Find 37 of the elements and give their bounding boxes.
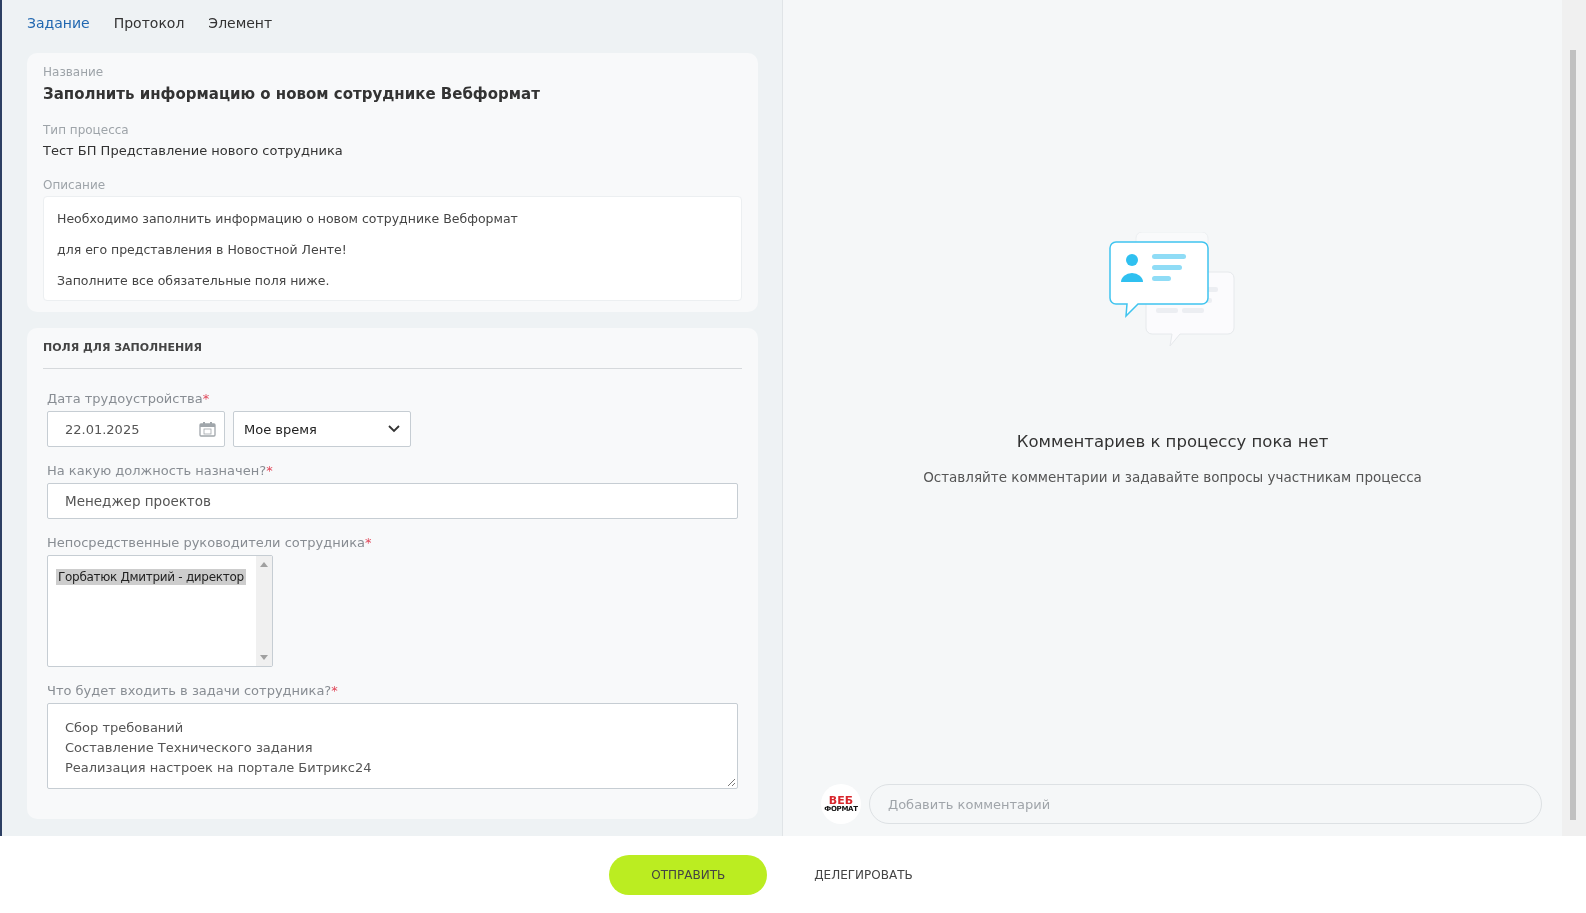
- date-field[interactable]: 22.01.2025: [47, 411, 225, 447]
- empty-state-title: Комментариев к процессу пока нет: [1016, 432, 1329, 451]
- textarea-line: Сбор требований: [65, 719, 185, 737]
- description-text: Заполните все обязательные поля ниже.: [57, 273, 331, 288]
- delegate-button[interactable]: ДЕЛЕГИРОВАТЬ: [814, 867, 913, 882]
- field-label: Дата трудоустройства*: [47, 391, 211, 406]
- send-button[interactable]: ОТПРАВИТЬ: [609, 854, 768, 895]
- scroll-up-icon[interactable]: [260, 562, 268, 567]
- section-title: ПОЛЯ ДЛЯ ЗАПОЛНЕНИЯ: [43, 341, 742, 369]
- chevron-down-icon: [388, 425, 400, 433]
- tasks-textarea[interactable]: Сбор требований Составление Технического задания Реализация настроек на портале Битрикс24: [47, 703, 738, 789]
- description-text: для его представления в Новостной Ленте!: [57, 242, 348, 257]
- textarea-line: Реализация настроек на портале Битрикс24: [65, 759, 373, 777]
- task-title: Заполнить информацию о новом сотруднике Вебформат: [43, 85, 541, 103]
- field-label: На какую должность назначен?*: [47, 463, 274, 478]
- tab[interactable]: Протокол: [113, 14, 193, 31]
- managers-listbox[interactable]: Горбатюк Дмитрий - директор: [47, 555, 273, 667]
- tab[interactable]: Элемент: [208, 14, 281, 31]
- field-label: Что будет входить в задачи сотрудника?*: [47, 683, 339, 698]
- scroll-down-icon[interactable]: [260, 655, 268, 660]
- empty-state-hint: Оставляйте комментарии и задавайте вопросы участникам процесса: [923, 469, 1422, 485]
- field-label: Название: [43, 65, 105, 79]
- scrollbar[interactable]: [1562, 0, 1586, 836]
- field-label: Непосредственные руководители сотрудника*: [47, 535, 373, 550]
- field-label: Описание: [43, 178, 107, 192]
- textarea-line: Составление Технического задания: [65, 739, 314, 757]
- process-type: Тест БП Представление нового сотрудника: [43, 143, 344, 158]
- list-option[interactable]: Горбатюк Дмитрий - директор: [56, 569, 246, 585]
- field-label: Тип процесса: [43, 123, 130, 137]
- resize-handle-icon[interactable]: [727, 778, 736, 787]
- position-field[interactable]: Менеджер проектов: [47, 483, 738, 519]
- description-text: Необходимо заполнить информацию о новом сотруднике Вебформат: [57, 211, 519, 226]
- scrollbar[interactable]: [256, 556, 272, 666]
- tab[interactable]: Задание: [27, 14, 98, 31]
- comment-field[interactable]: Добавить комментарий: [869, 784, 1542, 824]
- timezone-select[interactable]: Мое время: [233, 411, 411, 447]
- calendar-icon[interactable]: [199, 421, 216, 437]
